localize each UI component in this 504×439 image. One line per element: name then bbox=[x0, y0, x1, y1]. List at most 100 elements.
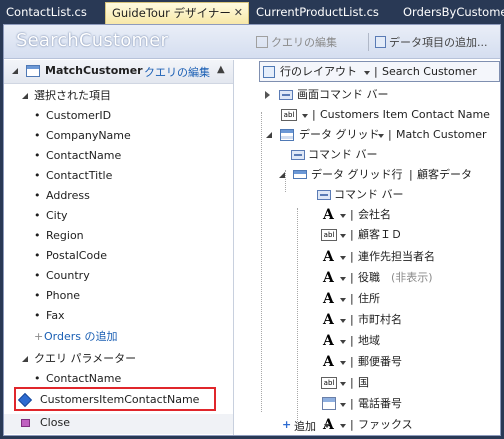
dropdown-arrow-icon[interactable] bbox=[340, 234, 346, 238]
tree-node-column[interactable]: A | 会社名 bbox=[235, 205, 500, 225]
annotation-highlight-box bbox=[14, 387, 216, 411]
add-data-item-button[interactable]: データ項目の追加... bbox=[375, 34, 488, 50]
close-method-row[interactable]: Close bbox=[4, 414, 233, 434]
tree-node-column[interactable]: A | 役職 (非表示) bbox=[235, 268, 500, 288]
dropdown-arrow-icon[interactable] bbox=[364, 71, 370, 75]
screen-title: SearchCustomer bbox=[16, 30, 169, 51]
plus-icon: + bbox=[282, 418, 292, 431]
collapse-icon[interactable] bbox=[12, 68, 18, 74]
add-data-item-label: データ項目の追加... bbox=[389, 36, 488, 49]
field-label: Address bbox=[46, 189, 90, 202]
expand-icon[interactable] bbox=[265, 91, 270, 99]
dropdown-arrow-icon[interactable] bbox=[340, 256, 346, 260]
bullet-icon: • bbox=[34, 309, 41, 322]
app-window: ContactList.cs GuideTour デザイナー ✕ Current… bbox=[0, 0, 504, 439]
node-label: コマンド バー bbox=[308, 148, 378, 161]
plus-icon: + bbox=[34, 330, 44, 343]
tree-node-column[interactable]: A | 市町村名 bbox=[235, 310, 500, 330]
toolbar-divider bbox=[368, 33, 369, 51]
dropdown-arrow-icon[interactable] bbox=[340, 298, 346, 302]
pipe: | bbox=[350, 313, 354, 326]
edit-query-label: クエリの編集 bbox=[271, 36, 337, 49]
close-icon[interactable]: ✕ bbox=[234, 3, 243, 23]
pipe: | bbox=[350, 334, 354, 347]
dropdown-arrow-icon[interactable] bbox=[340, 382, 346, 386]
bullet-icon: • bbox=[34, 269, 41, 282]
tree-node-column[interactable]: A | 郵便番号 bbox=[235, 352, 500, 372]
field-label: Fax bbox=[46, 309, 65, 322]
field-label: Region bbox=[46, 229, 84, 242]
tree-node-data-grid[interactable]: データ グリッド | Match Customer bbox=[235, 125, 500, 145]
pipe: | bbox=[350, 250, 354, 263]
tab-label: GuideTour デザイナー bbox=[112, 6, 231, 20]
dropdown-arrow-icon[interactable] bbox=[340, 214, 346, 218]
node-value: Search Customer bbox=[382, 65, 477, 78]
expand-icon[interactable] bbox=[22, 356, 28, 362]
field-label: ContactTitle bbox=[46, 169, 113, 182]
tree-node-column[interactable]: A | 地域 bbox=[235, 331, 500, 351]
dropdown-arrow-icon[interactable] bbox=[378, 134, 384, 138]
dropdown-arrow-icon[interactable] bbox=[324, 424, 330, 428]
field-label: Phone bbox=[46, 289, 81, 302]
column-label: ファックス bbox=[358, 418, 413, 431]
node-type: データ グリッド行 bbox=[311, 168, 403, 181]
bullet-icon: • bbox=[34, 149, 41, 162]
expand-icon[interactable] bbox=[22, 93, 28, 99]
row-layout-root[interactable]: 行のレイアウト | Search Customer bbox=[259, 61, 500, 82]
tree-node-data-grid-row[interactable]: データ グリッド行 | 顧客データ bbox=[235, 165, 500, 185]
field-label: City bbox=[46, 209, 68, 222]
add-item-button[interactable]: + 追加 bbox=[282, 417, 342, 435]
command-bar-icon bbox=[291, 150, 305, 160]
column-label: 市町村名 bbox=[358, 313, 402, 326]
pipe: | bbox=[409, 168, 413, 181]
dropdown-arrow-icon[interactable] bbox=[340, 277, 346, 281]
query-member-list: MatchCustomer クエリの編集 ▲ 選択された項目 • Customer… bbox=[4, 60, 234, 435]
tree-node-column[interactable]: abl | 国 bbox=[235, 373, 500, 393]
tab-label: OrdersByCustome bbox=[403, 5, 504, 19]
tree-node-contact-name[interactable]: abl | Customers Item Contact Name bbox=[235, 105, 500, 125]
tree-node-column[interactable]: abl | 顧客ＩＤ bbox=[235, 225, 500, 245]
tree-node-row-command-bar[interactable]: コマンド バー bbox=[235, 185, 500, 205]
tree-node-column[interactable]: A | 住所 bbox=[235, 289, 500, 309]
collapse-icon[interactable] bbox=[266, 132, 272, 138]
tree-node-column[interactable]: A | ファックス bbox=[235, 415, 500, 435]
bullet-icon: • bbox=[34, 209, 41, 222]
group-label: 選択された項目 bbox=[34, 89, 111, 102]
dropdown-arrow-icon[interactable] bbox=[340, 403, 346, 407]
column-label: 郵便番号 bbox=[358, 355, 402, 368]
field-label: ContactName bbox=[46, 149, 122, 162]
add-orders-label: Orders の追加 bbox=[44, 330, 118, 343]
column-label: 住所 bbox=[358, 292, 380, 305]
collapse-up-icon[interactable]: ▲ bbox=[217, 64, 225, 75]
tab-guidetour-designer[interactable]: GuideTour デザイナー ✕ bbox=[105, 2, 249, 24]
tree-node-grid-command-bar[interactable]: コマンド バー bbox=[235, 145, 500, 165]
tree-node-column[interactable]: | 電話番号 bbox=[235, 394, 500, 414]
tab-ordersbycustomer[interactable]: OrdersByCustome bbox=[397, 2, 504, 24]
label-icon: A bbox=[323, 312, 334, 328]
bullet-icon: • bbox=[34, 249, 41, 262]
dropdown-arrow-icon[interactable] bbox=[340, 340, 346, 344]
dropdown-arrow-icon[interactable] bbox=[340, 319, 346, 323]
document-tab-strip: ContactList.cs GuideTour デザイナー ✕ Current… bbox=[0, 0, 504, 24]
screen-designer: SearchCustomer クエリの編集 データ項目の追加... MatchC… bbox=[3, 24, 501, 436]
pipe: | bbox=[350, 208, 354, 221]
tree-node-screen-command-bar[interactable]: 画面コマンド バー bbox=[235, 85, 500, 105]
column-label: 地域 bbox=[358, 334, 380, 347]
bullet-icon: • bbox=[34, 229, 41, 242]
bullet-icon: • bbox=[34, 372, 41, 385]
edit-query-button[interactable]: クエリの編集 bbox=[256, 34, 337, 50]
tab-label: ContactList.cs bbox=[6, 5, 87, 19]
column-label: 電話番号 bbox=[358, 397, 402, 410]
edit-query-link[interactable]: クエリの編集 bbox=[144, 64, 210, 80]
add-data-item-icon bbox=[375, 36, 386, 48]
dropdown-arrow-icon[interactable] bbox=[302, 114, 308, 118]
bullet-icon: • bbox=[34, 109, 41, 122]
parameter-label: ContactName bbox=[46, 372, 122, 385]
tab-currentproductlist[interactable]: CurrentProductList.cs bbox=[250, 2, 396, 24]
collapse-icon[interactable] bbox=[279, 172, 285, 178]
dropdown-arrow-icon[interactable] bbox=[340, 361, 346, 365]
bullet-icon: • bbox=[34, 189, 41, 202]
tab-contactlist[interactable]: ContactList.cs bbox=[0, 2, 104, 24]
tree-node-column[interactable]: A | 連作先担当者名 bbox=[235, 247, 500, 267]
tab-label: CurrentProductList.cs bbox=[256, 5, 379, 19]
